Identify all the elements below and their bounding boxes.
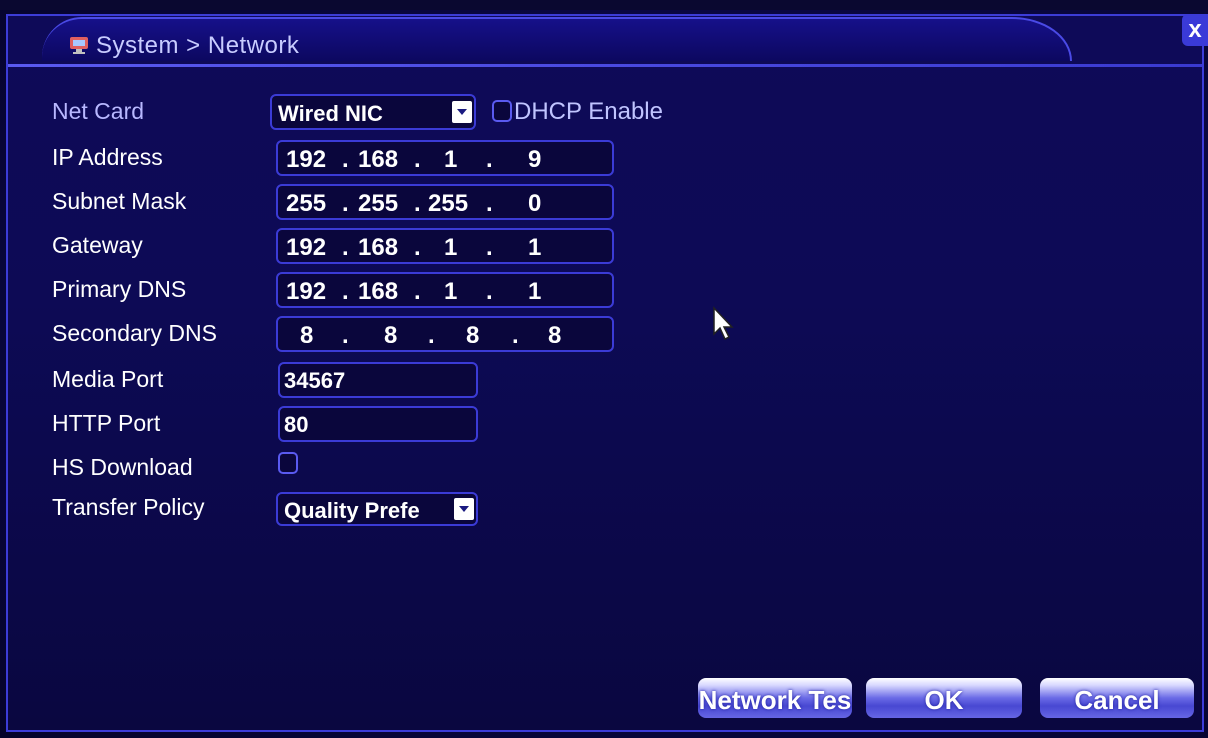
subnet-mask-label: Subnet Mask — [52, 188, 187, 214]
primary-dns-octet-3: 1 — [444, 278, 458, 305]
primary-dns-octet-2: 168 — [358, 278, 399, 305]
primary-dns-label: Primary DNS — [52, 276, 187, 302]
transfer-policy-value: Quality Prefe — [284, 498, 420, 523]
ip-octet-3: 1 — [444, 146, 458, 173]
subnet-octet-4: 0 — [528, 190, 542, 217]
ip-dot: . — [486, 278, 493, 305]
subnet-octet-2: 255 — [358, 190, 399, 217]
ip-dot: . — [342, 322, 349, 349]
ip-dot: . — [486, 190, 493, 217]
ip-dot: . — [342, 278, 349, 305]
media-port-input[interactable]: 34567 — [278, 362, 478, 398]
gateway-label: Gateway — [52, 232, 143, 258]
dhcp-enable-label: DHCP Enable — [514, 98, 663, 125]
primary-dns-octet-4: 1 — [528, 278, 542, 305]
ip-dot: . — [486, 146, 493, 173]
transfer-policy-select[interactable]: Quality Prefe — [276, 492, 478, 526]
subnet-octet-3: 255 — [428, 190, 469, 217]
hs-download-checkbox[interactable] — [278, 452, 298, 474]
close-icon[interactable]: x — [1182, 14, 1208, 46]
secondary-dns-octet-2: 8 — [384, 322, 398, 349]
primary-dns-octet-1: 192 — [286, 278, 327, 305]
ip-dot: . — [414, 278, 421, 305]
ip-dot: . — [414, 190, 421, 217]
secondary-dns-octet-1: 8 — [300, 322, 314, 349]
network-settings-icon — [70, 37, 88, 54]
network-test-button[interactable]: Network Tes — [698, 678, 852, 718]
media-port-label: Media Port — [52, 366, 164, 392]
dvr-screen: System > Network Net Card Wired NIC DHCP… — [0, 0, 1208, 738]
chevron-down-icon[interactable] — [452, 101, 472, 123]
gateway-field[interactable]: 192 . 168 . 1 . 1 — [276, 228, 614, 264]
secondary-dns-field[interactable]: 8 . 8 . 8 . 8 — [276, 316, 614, 352]
ip-dot: . — [342, 234, 349, 261]
mouse-pointer-icon — [713, 306, 734, 341]
ip-dot: . — [342, 146, 349, 173]
ip-address-field[interactable]: 192 . 168 . 1 . 9 — [276, 140, 614, 176]
ip-dot: . — [414, 234, 421, 261]
secondary-dns-octet-4: 8 — [548, 322, 562, 349]
ip-dot: . — [342, 190, 349, 217]
net-card-value: Wired NIC — [278, 101, 383, 126]
title-divider — [8, 64, 1202, 67]
net-card-select[interactable]: Wired NIC — [270, 94, 476, 130]
gateway-octet-4: 1 — [528, 234, 542, 261]
net-card-label: Net Card — [52, 98, 145, 124]
ip-dot: . — [428, 322, 435, 349]
chevron-down-icon[interactable] — [454, 498, 474, 520]
subnet-octet-1: 255 — [286, 190, 327, 217]
http-port-input[interactable]: 80 — [278, 406, 478, 442]
http-port-label: HTTP Port — [52, 410, 161, 436]
ip-dot: . — [512, 322, 519, 349]
hs-download-label: HS Download — [52, 454, 193, 480]
dhcp-enable-checkbox[interactable] — [492, 100, 512, 122]
gateway-octet-1: 192 — [286, 234, 327, 261]
page-title: System > Network — [96, 32, 300, 59]
top-strip — [0, 0, 1208, 10]
secondary-dns-label: Secondary DNS — [52, 320, 217, 346]
subnet-mask-field[interactable]: 255 . 255 . 255 . 0 — [276, 184, 614, 220]
primary-dns-field[interactable]: 192 . 168 . 1 . 1 — [276, 272, 614, 308]
gateway-octet-2: 168 — [358, 234, 399, 261]
ip-octet-4: 9 — [528, 146, 542, 173]
transfer-policy-label: Transfer Policy — [52, 494, 205, 520]
cancel-button[interactable]: Cancel — [1040, 678, 1194, 718]
ip-dot: . — [486, 234, 493, 261]
ip-dot: . — [414, 146, 421, 173]
ip-address-label: IP Address — [52, 144, 163, 170]
gateway-octet-3: 1 — [444, 234, 458, 261]
ip-octet-2: 168 — [358, 146, 399, 173]
network-settings-window: System > Network Net Card Wired NIC DHCP… — [6, 14, 1204, 732]
secondary-dns-octet-3: 8 — [466, 322, 480, 349]
ok-button[interactable]: OK — [866, 678, 1022, 718]
ip-octet-1: 192 — [286, 146, 327, 173]
